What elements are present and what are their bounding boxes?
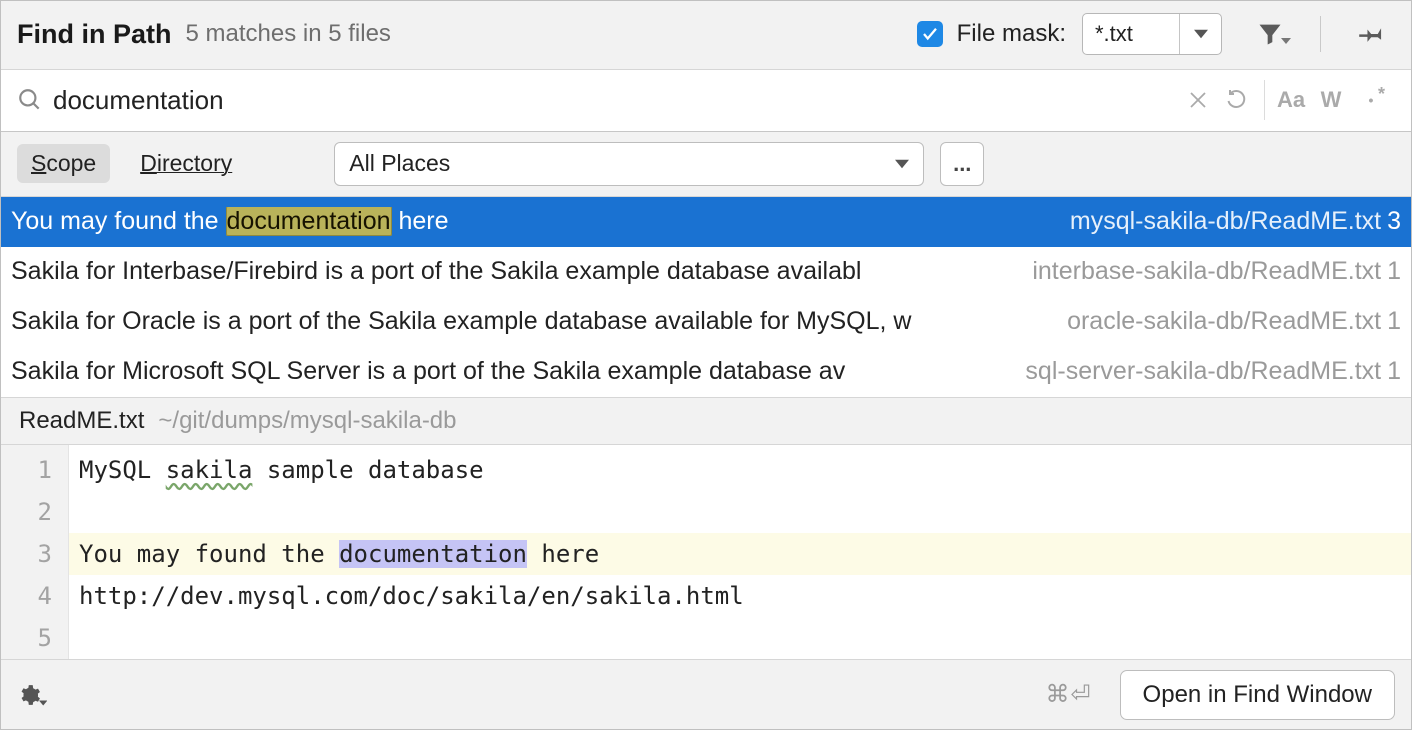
result-line-number: 1 — [1387, 257, 1401, 286]
search-icon — [17, 87, 43, 113]
chevron-down-icon — [39, 698, 47, 708]
result-row[interactable]: You may found the documentation here mys… — [1, 197, 1411, 247]
chevron-down-icon — [1194, 29, 1208, 39]
clear-search-button[interactable] — [1178, 80, 1218, 120]
result-row[interactable]: Sakila for Oracle is a port of the Sakil… — [1, 297, 1411, 347]
file-mask-checkbox[interactable] — [917, 21, 943, 47]
chevron-down-icon — [1281, 36, 1291, 46]
result-row[interactable]: Sakila for Microsoft SQL Server is a por… — [1, 347, 1411, 397]
result-line-number: 1 — [1387, 307, 1401, 336]
gear-icon — [17, 681, 41, 709]
preview-editor[interactable]: 1 2 3 4 5 MySQL sakila sample database Y… — [1, 445, 1411, 659]
gutter-line: 5 — [1, 617, 68, 659]
preview-filepath: ~/git/dumps/mysql-sakila-db — [158, 407, 456, 435]
result-path: sql-server-sakila-db/ReadME.txt — [1025, 357, 1381, 386]
gutter-line: 3 — [1, 533, 68, 575]
settings-button[interactable] — [17, 680, 47, 710]
code-line: http://dev.mysql.com/doc/sakila/en/sakil… — [69, 575, 1411, 617]
history-icon — [1226, 88, 1250, 112]
chevron-down-icon — [895, 159, 909, 169]
filter-button[interactable] — [1250, 13, 1296, 55]
result-path: oracle-sakila-db/ReadME.txt — [1067, 307, 1381, 336]
result-row[interactable]: Sakila for Interbase/Firebird is a port … — [1, 247, 1411, 297]
keyboard-shortcut-hint: ⌘⏎ — [1045, 680, 1091, 709]
whole-words-toggle[interactable]: W — [1311, 80, 1351, 120]
gutter-line: 4 — [1, 575, 68, 617]
close-icon — [1189, 91, 1207, 109]
file-mask-input[interactable] — [1083, 14, 1179, 54]
result-text: Sakila for Microsoft SQL Server is a por… — [11, 357, 1017, 386]
result-line-number: 1 — [1387, 357, 1401, 386]
dialog-title: Find in Path — [17, 19, 172, 50]
result-path: mysql-sakila-db/ReadME.txt — [1070, 207, 1381, 236]
match-count-label: 5 matches in 5 files — [186, 20, 391, 48]
scope-row: Scope Directory All Places ... — [1, 132, 1411, 197]
scope-browse-button[interactable]: ... — [940, 142, 984, 186]
result-text: Sakila for Oracle is a port of the Sakil… — [11, 307, 1059, 336]
code-line: MySQL sakila sample database — [69, 449, 1411, 491]
separator — [1320, 16, 1321, 52]
result-line-number: 3 — [1387, 207, 1401, 236]
preview-filename: ReadME.txt — [19, 407, 144, 435]
check-icon — [921, 25, 939, 43]
results-list: You may found the documentation here mys… — [1, 197, 1411, 398]
open-in-find-window-button[interactable]: Open in Find Window — [1120, 670, 1395, 720]
result-text: Sakila for Interbase/Firebird is a port … — [11, 257, 1024, 286]
code-area[interactable]: MySQL sakila sample database You may fou… — [69, 445, 1411, 659]
regex-toggle[interactable]: • * — [1351, 80, 1391, 120]
separator — [1264, 80, 1265, 120]
code-line — [69, 491, 1411, 533]
preview-header: ReadME.txt ~/git/dumps/mysql-sakila-db — [1, 398, 1411, 446]
code-line — [69, 617, 1411, 659]
tab-directory[interactable]: Directory — [126, 144, 246, 183]
file-mask-label: File mask: — [957, 20, 1066, 48]
code-line: You may found the documentation here — [69, 533, 1411, 575]
pin-button[interactable] — [1349, 13, 1395, 55]
result-text: You may found the documentation here — [11, 207, 1062, 236]
match-case-toggle[interactable]: Aa — [1271, 80, 1311, 120]
file-mask-combo[interactable] — [1082, 13, 1222, 55]
search-row: Aa W • * — [1, 70, 1411, 132]
scope-combo[interactable]: All Places — [334, 142, 924, 186]
gutter-line: 2 — [1, 491, 68, 533]
dialog-header: Find in Path 5 matches in 5 files File m… — [1, 1, 1411, 70]
funnel-icon — [1256, 20, 1284, 48]
pin-icon — [1358, 20, 1386, 48]
tab-scope[interactable]: Scope — [17, 144, 110, 183]
regex-icon: • — [1369, 92, 1374, 108]
dialog-footer: ⌘⏎ Open in Find Window — [1, 659, 1411, 729]
file-mask-dropdown-arrow[interactable] — [1179, 14, 1221, 54]
scope-selection-label: All Places — [349, 150, 450, 177]
result-path: interbase-sakila-db/ReadME.txt — [1032, 257, 1381, 286]
gutter: 1 2 3 4 5 — [1, 445, 69, 659]
gutter-line: 1 — [1, 449, 68, 491]
history-button[interactable] — [1218, 80, 1258, 120]
search-input[interactable] — [53, 85, 1178, 116]
